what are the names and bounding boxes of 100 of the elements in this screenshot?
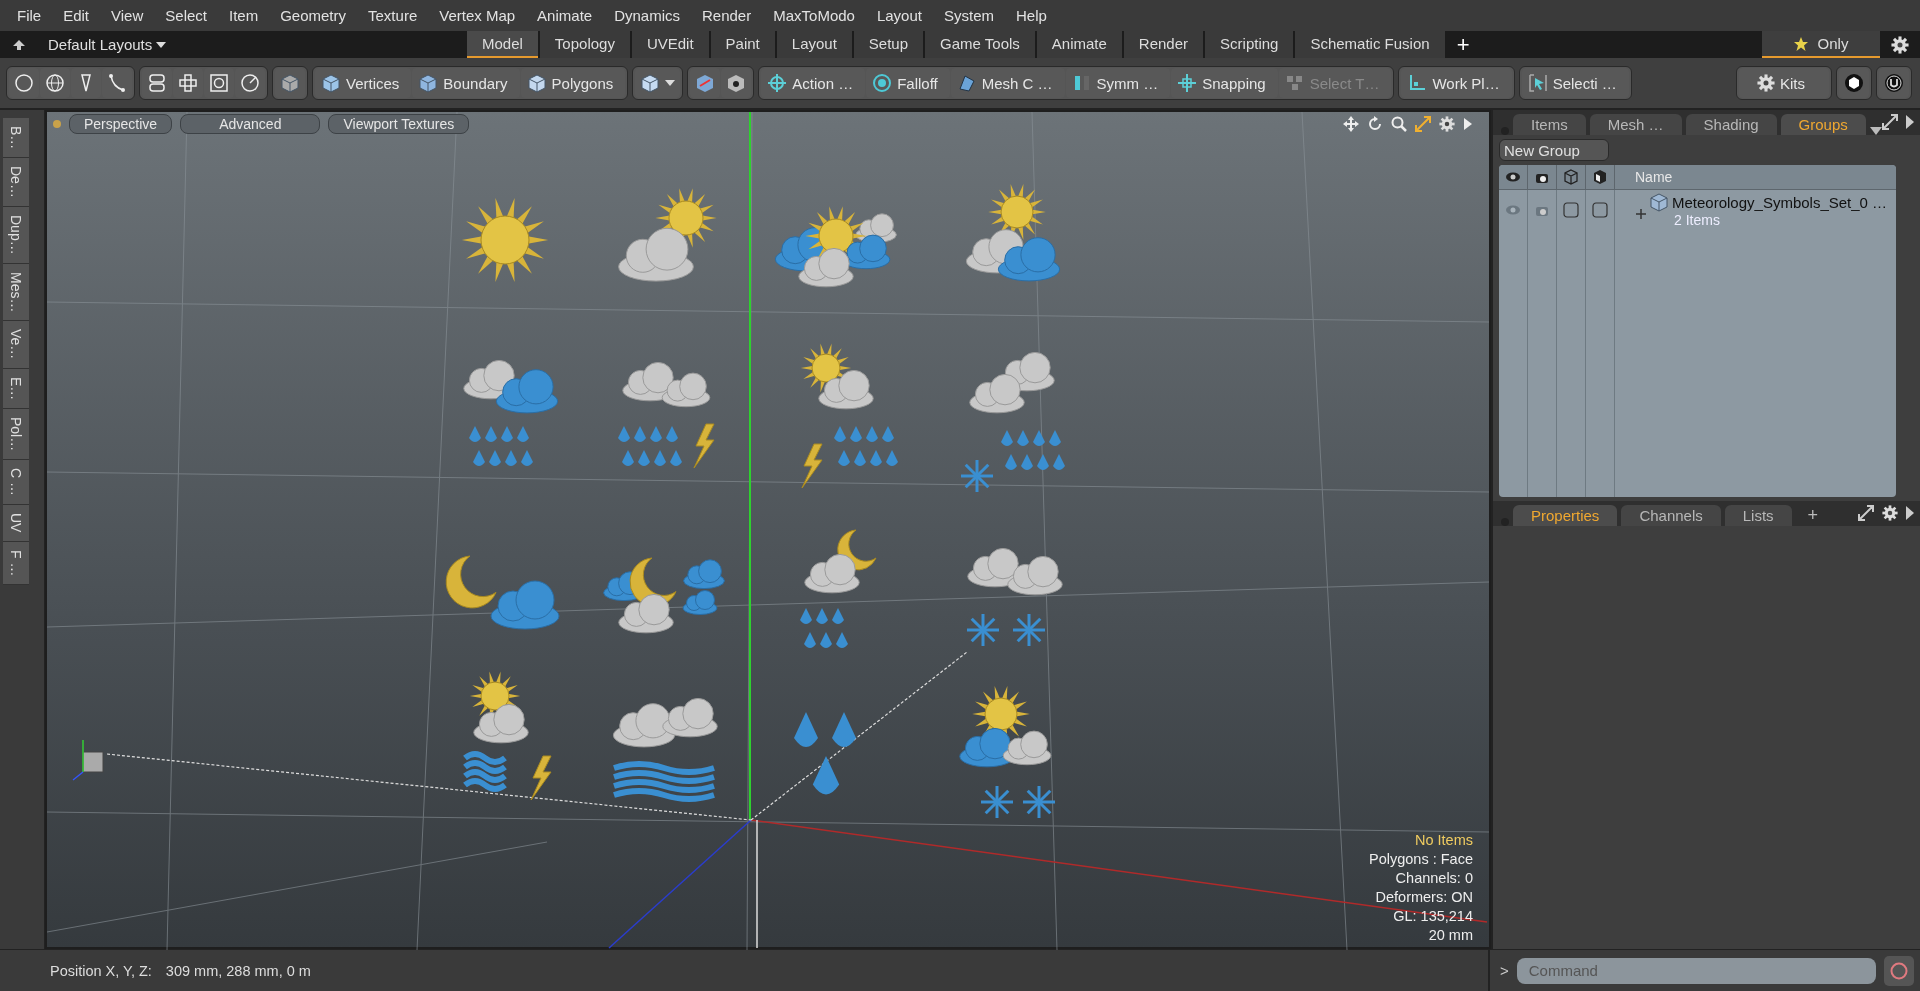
side-tab[interactable]: Dup…: [3, 207, 29, 264]
only-button[interactable]: Only: [1762, 31, 1880, 58]
viewport-info: Channels: 0: [1395, 870, 1473, 886]
circle-logo-icon: [1884, 73, 1904, 93]
side-tab[interactable]: F …: [3, 541, 29, 586]
viewport-button[interactable]: Advanced: [180, 114, 321, 134]
side-tab[interactable]: De…: [3, 158, 29, 208]
add-tab-button[interactable]: +: [1444, 31, 1482, 58]
menu-item[interactable]: Edit: [52, 7, 101, 24]
viewport-info: No Items: [1415, 832, 1473, 848]
panel-tab[interactable]: Properties: [1513, 505, 1618, 526]
cube-icon: [280, 73, 300, 93]
layout-tab[interactable]: Model: [467, 31, 538, 58]
empty-checkbox-icon: [1563, 202, 1579, 218]
up-arrow-icon: [12, 38, 26, 51]
layout-tab[interactable]: Paint: [710, 31, 775, 58]
side-tab[interactable]: Ve…: [3, 321, 29, 369]
blocks-icon: [1284, 73, 1305, 93]
cube-icon: [1649, 192, 1669, 212]
gears-icon: [1757, 74, 1775, 92]
menu-item[interactable]: Geometry: [269, 7, 358, 24]
cube-icon: [1592, 169, 1608, 185]
menu-item[interactable]: MaxToModo: [762, 7, 866, 24]
layout-tab[interactable]: Scripting: [1205, 31, 1294, 58]
sphere-tool-icon: [45, 73, 65, 93]
new-group-button[interactable]: New Group: [1499, 139, 1609, 161]
panel-tab[interactable]: Shading: [1685, 114, 1777, 135]
add-tab-button[interactable]: +: [1795, 505, 1831, 526]
pin-icon: [53, 120, 61, 128]
menu-item[interactable]: Render: [691, 7, 763, 24]
pin-icon: [1501, 127, 1509, 135]
group-name[interactable]: Meteorology_Symbols_Set_0 …: [1672, 193, 1888, 211]
grid-corner-icon: [1407, 73, 1428, 93]
layout-tab[interactable]: Setup: [853, 31, 924, 58]
ring-icon: [1889, 960, 1909, 981]
extrude-tool-icon: [178, 73, 198, 93]
menu-item[interactable]: System: [932, 7, 1005, 24]
side-tab[interactable]: Mes…: [3, 263, 29, 322]
snap-icon: [1177, 73, 1198, 93]
pin-icon: [1501, 518, 1509, 526]
viewport-info: 20 mm: [1428, 927, 1473, 943]
settings-icon: [1882, 505, 1898, 521]
maximize-icon: [1415, 116, 1431, 132]
layouts-dropdown[interactable]: Default Layouts: [42, 35, 173, 54]
layout-tab[interactable]: Topology: [539, 31, 630, 58]
viewport-button[interactable]: Perspective: [69, 114, 173, 134]
maximize-icon: [1882, 114, 1898, 130]
cursor-icon: [1527, 73, 1548, 93]
layout-tab[interactable]: Render: [1123, 31, 1204, 58]
cube-icon: [640, 73, 661, 93]
side-tab[interactable]: E…: [3, 368, 29, 410]
panel-tab[interactable]: Lists: [1724, 505, 1792, 526]
search-icon: [1391, 116, 1407, 132]
side-tab[interactable]: C …: [3, 460, 29, 506]
record-button[interactable]: [1884, 955, 1914, 986]
star-icon: [1793, 36, 1808, 51]
menu-item[interactable]: Select: [154, 7, 218, 24]
menu-item[interactable]: File: [6, 7, 53, 24]
layout-tab[interactable]: UVEdit: [631, 31, 709, 58]
view-cube-icon: [726, 73, 747, 93]
panel-tab[interactable]: Groups: [1780, 114, 1866, 135]
viewport-button[interactable]: Viewport Textures: [328, 114, 470, 134]
cube-icon: [418, 73, 439, 93]
panel-tab[interactable]: Mesh …: [1589, 114, 1682, 135]
menu-item[interactable]: Texture: [357, 7, 429, 24]
menu-item[interactable]: Layout: [865, 7, 933, 24]
empty-checkbox-icon: [1592, 202, 1608, 218]
menu-item[interactable]: Dynamics: [603, 7, 691, 24]
command-field[interactable]: Command: [1516, 957, 1876, 984]
bevel-tool-icon: [240, 73, 260, 93]
side-tab[interactable]: UV: [3, 505, 29, 542]
layout-tab[interactable]: Schematic Fusion: [1295, 31, 1445, 58]
maximize-icon: [1858, 505, 1874, 521]
inset-tool-icon: [209, 73, 229, 93]
curve-tool-icon: [107, 73, 127, 93]
axis-gizmo-icon: [72, 739, 104, 781]
layout-tab[interactable]: Animate: [1036, 31, 1122, 58]
command-prompt: >: [1500, 962, 1509, 979]
layout-tab[interactable]: Game Tools: [925, 31, 1035, 58]
crosshair-icon: [767, 73, 788, 93]
ring-icon: [872, 73, 893, 93]
bridge-tool-icon: [147, 73, 167, 93]
circle-tool-icon: [14, 73, 34, 93]
menu-item[interactable]: Item: [218, 7, 270, 24]
panel-tab[interactable]: Channels: [1621, 505, 1721, 526]
menu-item[interactable]: View: [100, 7, 155, 24]
layout-tab[interactable]: Layout: [776, 31, 852, 58]
menu-item[interactable]: Vertex Map: [428, 7, 527, 24]
viewport-info: Deformers: ON: [1375, 889, 1473, 905]
menu-item[interactable]: Animate: [526, 7, 604, 24]
menu-item[interactable]: Help: [1004, 7, 1058, 24]
item-count: 2 Items: [1673, 212, 1721, 228]
play-arrow-icon: [1463, 116, 1473, 132]
position-value: 309 mm, 288 mm, 0 m: [165, 962, 311, 979]
caret-icon: [156, 41, 167, 48]
settings-icon: [1891, 35, 1909, 54]
side-tab[interactable]: Pol…: [3, 409, 29, 461]
side-tab[interactable]: B…: [3, 118, 29, 159]
move-icon: [1343, 116, 1359, 132]
panel-tab[interactable]: Items: [1513, 114, 1586, 135]
